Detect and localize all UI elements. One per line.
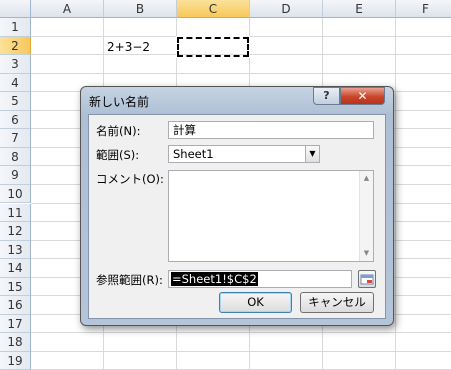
dialog-title: 新しい名前 [89, 95, 150, 109]
column-header-f[interactable]: F [396, 0, 451, 18]
comment-label: コメント(O): [96, 172, 164, 186]
row-header-15[interactable]: 15 [0, 277, 31, 297]
cancel-button[interactable]: キャンセル [300, 292, 374, 313]
row-header-18[interactable]: 18 [0, 333, 31, 352]
row-gridline [31, 350, 451, 352]
column-header-a[interactable]: A [31, 0, 104, 18]
row-header-19[interactable]: 19 [0, 351, 31, 370]
column-gridline [395, 18, 396, 370]
row-header-6[interactable]: 6 [0, 110, 31, 130]
column-header-e[interactable]: E [323, 0, 396, 18]
collapse-dialog-icon[interactable] [358, 270, 376, 288]
row-header-7[interactable]: 7 [0, 129, 31, 148]
scope-select[interactable]: Sheet1 [168, 145, 320, 163]
dialog-body: 名前(N): 計算 範囲(S): Sheet1 ▼ コメント(O): ▲ ▼ 参… [88, 114, 386, 319]
select-all-corner[interactable] [0, 0, 31, 18]
row-header-4[interactable]: 4 [0, 73, 31, 93]
help-button[interactable]: ? [313, 87, 340, 105]
row-header-16[interactable]: 16 [0, 296, 31, 315]
ok-button[interactable]: OK [219, 292, 292, 313]
scope-label: 範囲(S): [96, 148, 140, 162]
row-gridline [31, 72, 451, 74]
row-header-9[interactable]: 9 [0, 166, 31, 185]
name-label: 名前(N): [96, 124, 141, 138]
row-header-13[interactable]: 13 [0, 240, 31, 260]
ref-label: 参照範囲(R): [96, 273, 163, 287]
scroll-down-icon[interactable]: ▼ [360, 249, 373, 257]
refers-to-input[interactable]: =Sheet1!$C$2 [168, 270, 352, 288]
row-header-2[interactable]: 2 [0, 36, 31, 56]
row-header-12[interactable]: 12 [0, 222, 31, 241]
row-header-17[interactable]: 17 [0, 314, 31, 334]
cell-c2-copy-marquee[interactable] [176, 36, 250, 58]
column-header-b[interactable]: B [104, 0, 177, 18]
row-gridline [31, 332, 451, 334]
chevron-down-icon[interactable]: ▼ [305, 146, 319, 162]
name-input[interactable]: 計算 [168, 121, 374, 139]
row-header-11[interactable]: 11 [0, 203, 31, 223]
close-button[interactable]: ✕ [340, 87, 385, 105]
row-header-14[interactable]: 14 [0, 259, 31, 278]
scroll-up-icon[interactable]: ▲ [360, 174, 373, 182]
row-header-8[interactable]: 8 [0, 147, 31, 167]
new-name-dialog: 新しい名前 ? ✕ 名前(N): 計算 範囲(S): Sheet1 ▼ コメント… [80, 86, 394, 326]
column-header-d[interactable]: D [250, 0, 323, 18]
row-header-1[interactable]: 1 [0, 18, 31, 37]
cell-b2[interactable]: 2+3−2 [107, 40, 150, 54]
refers-to-selected-text: =Sheet1!$C$2 [171, 272, 258, 286]
row-header-5[interactable]: 5 [0, 92, 31, 111]
column-header-c[interactable]: C [177, 0, 250, 18]
comment-textarea[interactable] [168, 170, 374, 262]
row-header-10[interactable]: 10 [0, 184, 31, 204]
row-header-3[interactable]: 3 [0, 55, 31, 74]
comment-scrollbar[interactable]: ▲ ▼ [359, 171, 373, 261]
